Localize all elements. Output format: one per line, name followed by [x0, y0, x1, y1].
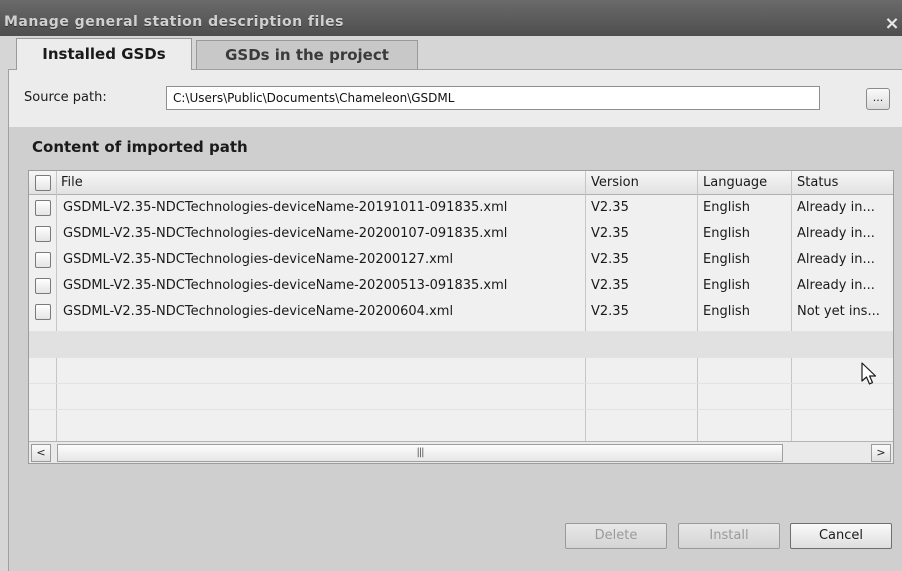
table-row[interactable]: GSDML-V2.35-NDCTechnologies-deviceName-2…: [29, 221, 893, 247]
source-path-label: Source path:: [24, 90, 107, 105]
source-path-input[interactable]: C:\Users\Public\Documents\Chameleon\GSDM…: [166, 86, 820, 110]
window-title: Manage general station description files: [4, 14, 344, 30]
scrollbar-thumb[interactable]: |||: [57, 444, 783, 462]
content-section-title: Content of imported path: [32, 138, 248, 156]
browse-button[interactable]: ...: [866, 88, 890, 110]
table-row[interactable]: GSDML-V2.35-NDCTechnologies-deviceName-2…: [29, 273, 893, 299]
row-checkbox[interactable]: [35, 226, 51, 242]
version-cell: V2.35: [591, 226, 629, 241]
language-cell: English: [703, 200, 750, 215]
language-cell: English: [703, 304, 750, 319]
version-cell: V2.35: [591, 200, 629, 215]
row-checkbox[interactable]: [35, 278, 51, 294]
cancel-button[interactable]: Cancel: [790, 523, 892, 549]
column-header-file[interactable]: File: [61, 171, 83, 195]
empty-row: [29, 357, 893, 383]
column-header-status[interactable]: Status: [797, 171, 838, 195]
mouse-pointer-icon: [861, 362, 877, 385]
status-cell: Already in...: [797, 278, 875, 293]
empty-row: [29, 331, 893, 357]
install-button[interactable]: Install: [678, 523, 780, 549]
table-row[interactable]: GSDML-V2.35-NDCTechnologies-deviceName-2…: [29, 247, 893, 273]
delete-button[interactable]: Delete: [565, 523, 667, 549]
scroll-right-icon[interactable]: >: [871, 444, 891, 462]
title-bar: Manage general station description files…: [0, 0, 902, 36]
language-cell: English: [703, 278, 750, 293]
tab-gsds-in-project[interactable]: GSDs in the project: [196, 40, 418, 70]
file-name-cell: GSDML-V2.35-NDCTechnologies-deviceName-2…: [63, 278, 508, 293]
version-cell: V2.35: [591, 278, 629, 293]
tab-installed-gsds[interactable]: Installed GSDs: [16, 38, 192, 70]
file-name-cell: GSDML-V2.35-NDCTechnologies-deviceName-2…: [63, 252, 454, 267]
status-cell: Already in...: [797, 200, 875, 215]
language-cell: English: [703, 252, 750, 267]
column-header-language[interactable]: Language: [703, 171, 767, 195]
language-cell: English: [703, 226, 750, 241]
version-cell: V2.35: [591, 304, 629, 319]
status-cell: Not yet ins...: [797, 304, 880, 319]
select-all-checkbox[interactable]: [35, 175, 51, 191]
table-row[interactable]: GSDML-V2.35-NDCTechnologies-deviceName-2…: [29, 195, 893, 221]
table-row[interactable]: GSDML-V2.35-NDCTechnologies-deviceName-2…: [29, 299, 893, 325]
file-name-cell: GSDML-V2.35-NDCTechnologies-deviceName-2…: [63, 304, 454, 319]
row-checkbox[interactable]: [35, 200, 51, 216]
status-cell: Already in...: [797, 252, 875, 267]
empty-row: [29, 383, 893, 409]
scroll-left-icon[interactable]: <: [31, 444, 51, 462]
gsd-file-table: File Version Language Status GSDML-V2.35…: [28, 170, 894, 464]
file-name-cell: GSDML-V2.35-NDCTechnologies-deviceName-2…: [63, 200, 508, 215]
empty-row: [29, 409, 893, 435]
close-icon[interactable]: ×: [882, 13, 902, 35]
row-checkbox[interactable]: [35, 304, 51, 320]
row-checkbox[interactable]: [35, 252, 51, 268]
version-cell: V2.35: [591, 252, 629, 267]
column-header-version[interactable]: Version: [591, 171, 639, 195]
status-cell: Already in...: [797, 226, 875, 241]
horizontal-scrollbar[interactable]: < ||| >: [29, 441, 893, 463]
file-name-cell: GSDML-V2.35-NDCTechnologies-deviceName-2…: [63, 226, 508, 241]
table-header: File Version Language Status: [29, 171, 893, 195]
